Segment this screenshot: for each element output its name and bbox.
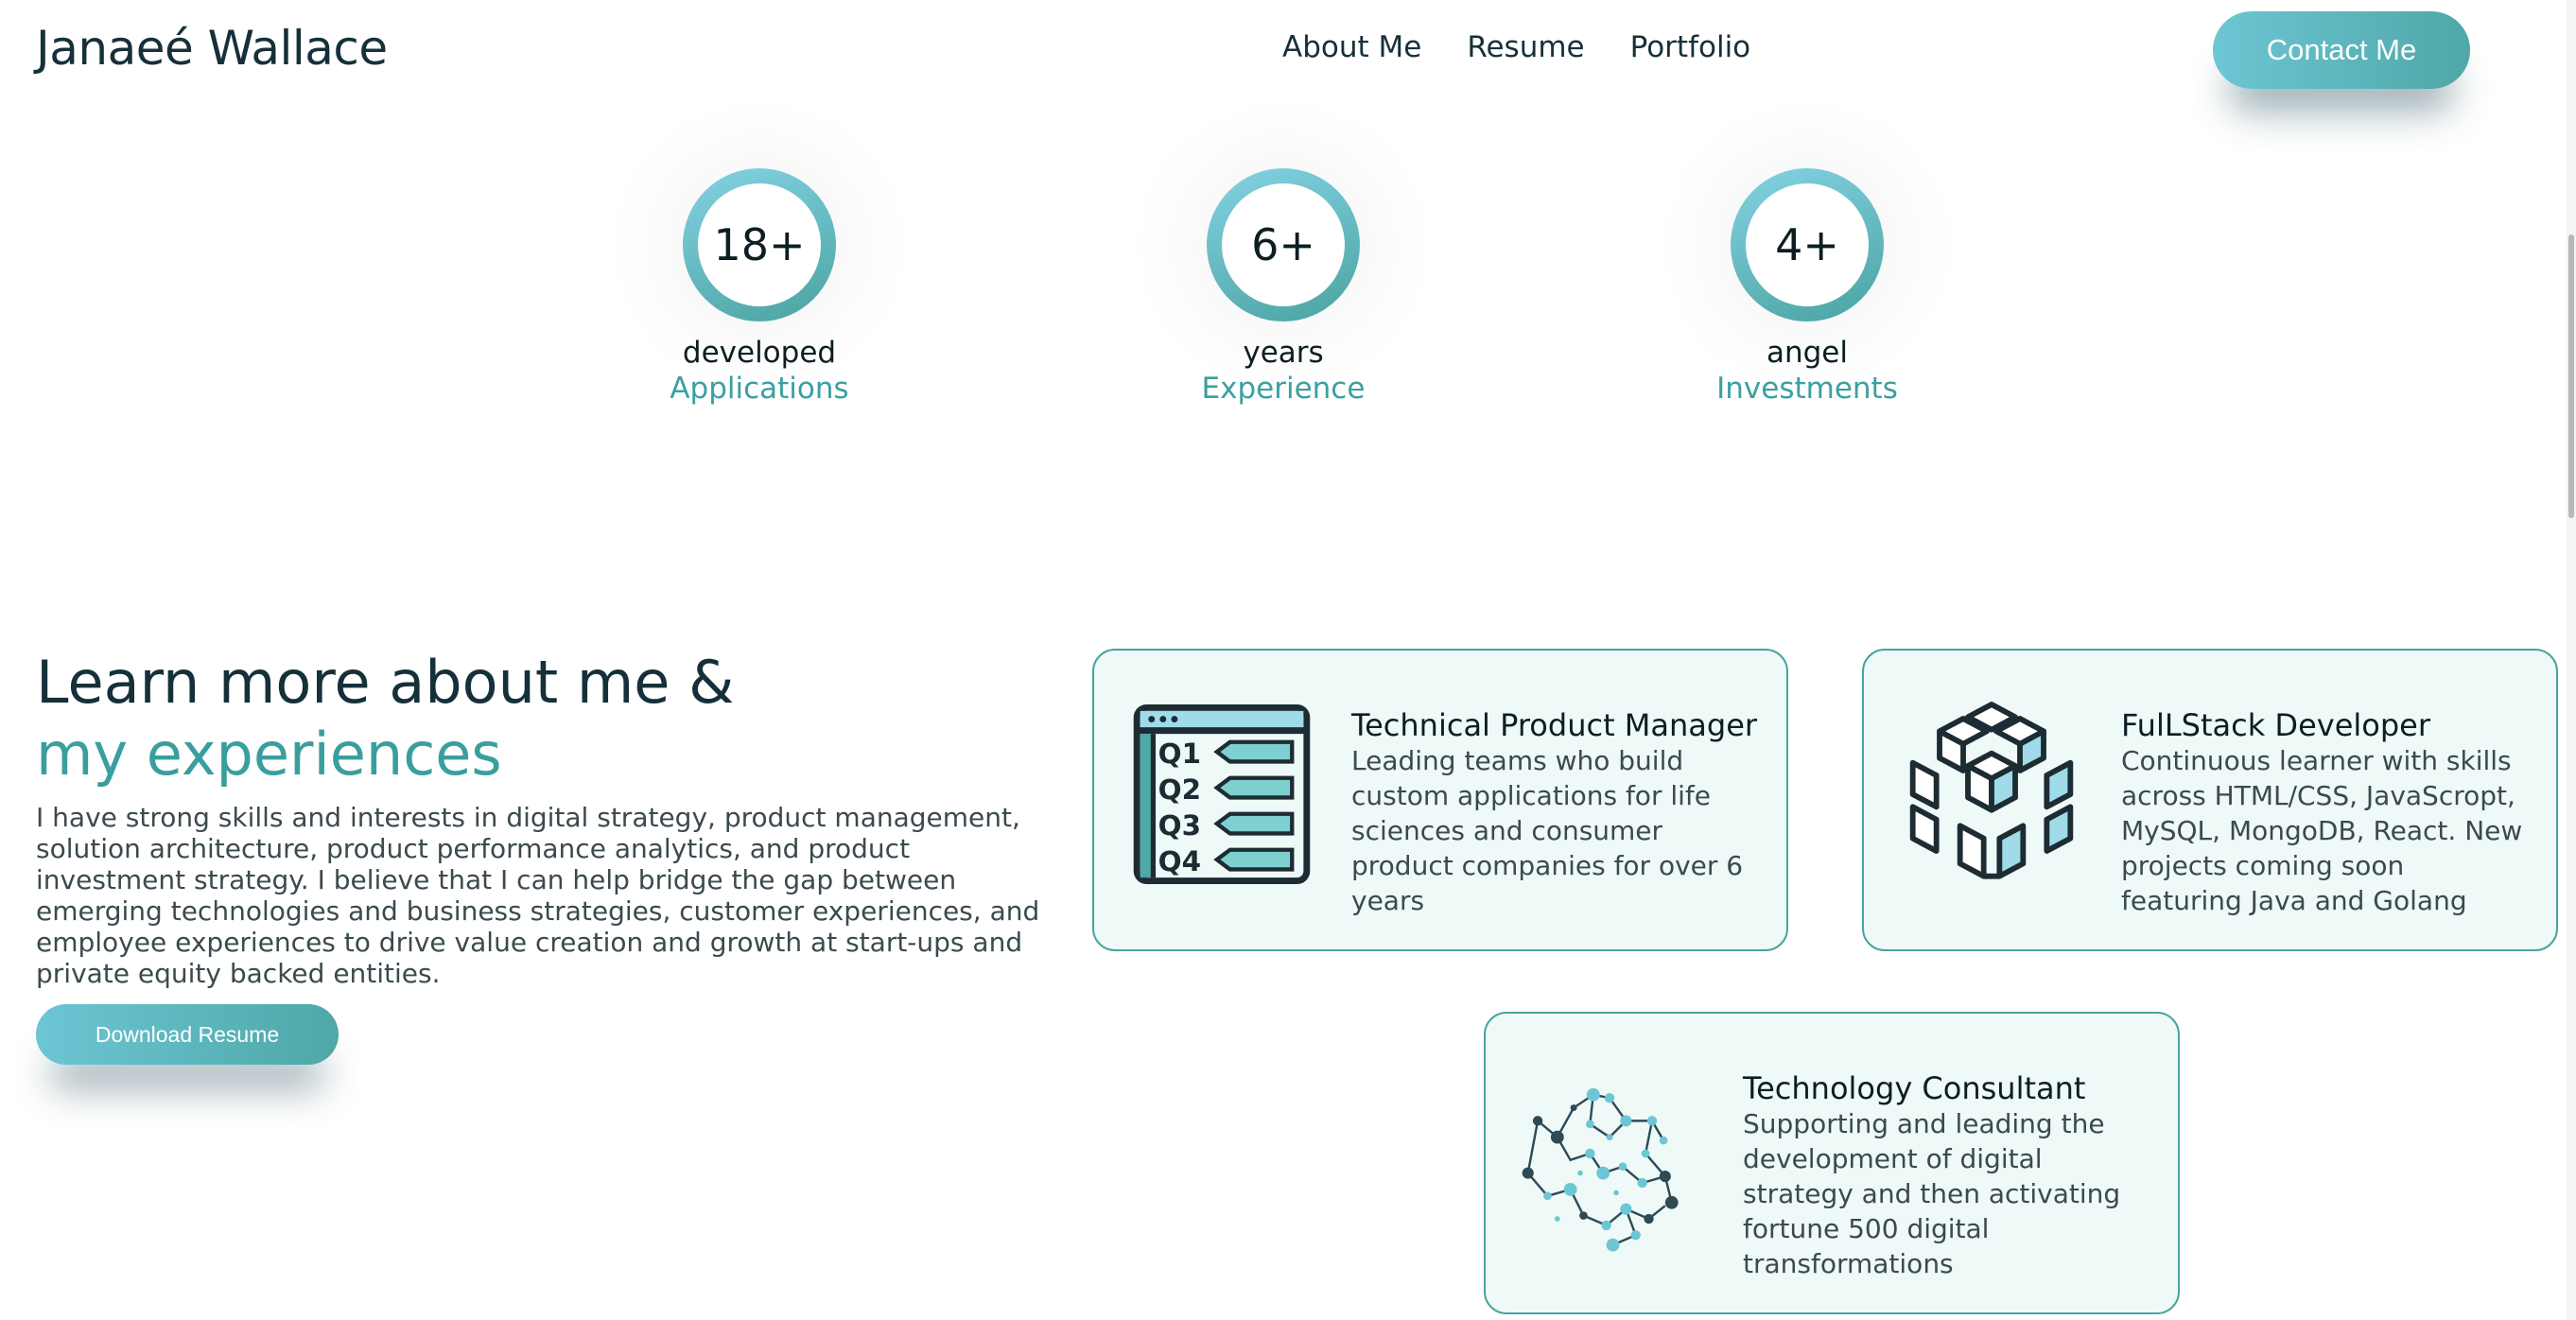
nav-about-me[interactable]: About Me [1282, 30, 1421, 64]
card-title: FulLStack Developer [2121, 707, 2430, 743]
stat-ring: 18+ [683, 168, 836, 321]
card-title: Technology Consultant [1743, 1070, 2086, 1106]
card-body: FulLStack Developer Continuous learner w… [2121, 707, 2528, 918]
contact-me-button[interactable]: Contact Me [2213, 11, 2470, 89]
experience-card-fullstack-developer: FulLStack Developer Continuous learner w… [1862, 649, 2558, 951]
card-body: Technology Consultant Supporting and lea… [1743, 1070, 2150, 1281]
stat-experience: 6+ years Experience [1141, 168, 1425, 407]
section-title-line2: my experiences [36, 720, 502, 789]
experience-card-product-manager: Q1 Q2 Q3 Q4 Technical Product Manager Le… [1092, 649, 1788, 951]
card-description: Continuous learner with skills across HT… [2121, 745, 2523, 916]
card-description: Supporting and leading the development o… [1743, 1108, 2121, 1279]
nav-portfolio[interactable]: Portfolio [1630, 30, 1751, 64]
quarterly-checklist-icon: Q1 Q2 Q3 Q4 [1133, 704, 1311, 884]
main-nav: About Me Resume Portfolio [1282, 30, 1750, 64]
stat-applications: 18+ developed Applications [618, 168, 901, 407]
nav-resume[interactable]: Resume [1467, 30, 1584, 64]
stat-label-top: developed [682, 336, 837, 370]
stat-label-bottom: Applications [670, 372, 849, 406]
section-title-line1: Learn more about me & [36, 648, 735, 717]
stat-label-bottom: Investments [1716, 372, 1898, 406]
scrollbar-thumb[interactable] [2568, 234, 2574, 518]
card-body: Technical Product Manager Leading teams … [1351, 707, 1758, 918]
stat-ring: 4+ [1731, 168, 1884, 321]
page-scrollbar[interactable] [2567, 0, 2576, 1320]
quarter-label: Q3 [1158, 809, 1201, 842]
about-description: I have strong skills and interests in di… [36, 802, 1040, 989]
stat-label-bottom: Experience [1201, 372, 1366, 406]
card-title: Technical Product Manager [1351, 707, 1758, 743]
stat-label-top: years [1243, 336, 1324, 370]
stat-label-top: angel [1766, 336, 1848, 370]
card-description: Leading teams who build custom applicati… [1351, 745, 1744, 916]
section-title: Learn more about me & my experiences [36, 647, 735, 790]
stat-value: 18+ [698, 183, 821, 306]
quarter-label: Q2 [1158, 773, 1201, 806]
cubes-icon [1909, 702, 2074, 879]
brand-name[interactable]: Janaeé Wallace [36, 21, 388, 76]
stat-value: 6+ [1222, 183, 1345, 306]
stat-investments: 4+ angel Investments [1665, 168, 1949, 407]
quarter-label: Q4 [1158, 845, 1201, 877]
experience-card-technology-consultant: Technology Consultant Supporting and lea… [1484, 1012, 2180, 1314]
download-resume-button[interactable]: Download Resume [36, 1004, 339, 1065]
stat-value: 4+ [1746, 183, 1869, 306]
stat-ring: 6+ [1207, 168, 1360, 321]
network-brain-icon [1522, 1087, 1679, 1252]
quarter-label: Q1 [1158, 738, 1201, 770]
